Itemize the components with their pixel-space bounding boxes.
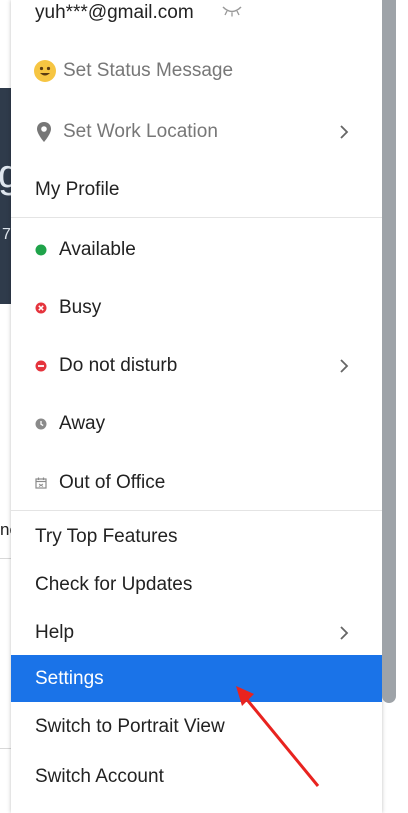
- smiley-emoji-icon: [33, 59, 57, 83]
- set-work-location-label: Set Work Location: [63, 121, 218, 142]
- annotation-arrow-icon: [236, 686, 320, 787]
- away-clock-icon: [35, 418, 55, 430]
- menu-scrollbar[interactable]: [382, 0, 396, 703]
- chevron-right-icon: [334, 623, 354, 643]
- busy-status-icon: [35, 302, 55, 314]
- hide-email-icon[interactable]: [221, 2, 243, 24]
- calendar-icon: [35, 477, 55, 489]
- set-work-location-item[interactable]: Set Work Location: [11, 110, 382, 154]
- my-profile-label: My Profile: [35, 179, 120, 200]
- location-pin-icon: [35, 120, 53, 144]
- status-label: Do not disturb: [59, 355, 178, 376]
- switch-account-label: Switch Account: [35, 766, 164, 787]
- status-do-not-disturb-item[interactable]: Do not disturb: [11, 344, 382, 388]
- settings-label: Settings: [35, 667, 104, 689]
- chevron-right-icon: [334, 356, 354, 376]
- menu-divider: [11, 510, 382, 511]
- set-status-message-item[interactable]: Set Status Message: [11, 50, 382, 92]
- account-email: yuh***@gmail.com: [35, 2, 194, 23]
- status-label: Busy: [59, 297, 102, 318]
- status-away-item[interactable]: Away: [11, 402, 382, 446]
- set-status-label: Set Status Message: [63, 60, 234, 81]
- available-status-icon: [35, 244, 55, 256]
- check-for-updates-item[interactable]: Check for Updates: [11, 564, 382, 606]
- chevron-right-icon: [334, 122, 354, 142]
- background-glyph-small: 7: [2, 226, 11, 243]
- status-busy-item[interactable]: Busy: [11, 286, 382, 330]
- help-label: Help: [35, 622, 75, 643]
- switch-to-portrait-view-label: Switch to Portrait View: [35, 716, 225, 737]
- status-label: Out of Office: [59, 472, 166, 493]
- help-item[interactable]: Help: [11, 612, 382, 654]
- try-top-features-item[interactable]: Try Top Features: [11, 516, 382, 558]
- try-top-features-label: Try Top Features: [35, 526, 178, 547]
- menu-divider: [11, 217, 382, 218]
- status-available-item[interactable]: Available: [11, 228, 382, 272]
- my-profile-item[interactable]: My Profile: [11, 168, 382, 212]
- account-email-row: yuh***@gmail.com: [11, 0, 382, 26]
- status-out-of-office-item[interactable]: Out of Office: [11, 461, 382, 505]
- status-label: Available: [59, 239, 136, 260]
- status-label: Away: [59, 413, 106, 434]
- do-not-disturb-status-icon: [35, 360, 55, 372]
- check-for-updates-label: Check for Updates: [35, 574, 193, 595]
